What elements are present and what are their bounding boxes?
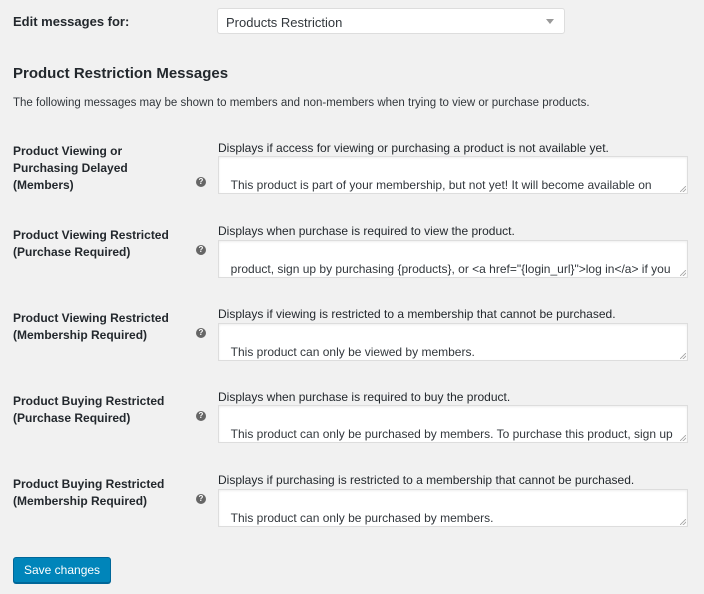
help-icon[interactable]: ? (196, 494, 206, 504)
help-icon[interactable]: ? (196, 328, 206, 338)
help-icon[interactable]: ? (196, 411, 206, 421)
edit-messages-for-label: Edit messages for: (13, 14, 130, 29)
row-label-viewing-membership-required: Product Viewing Restricted (Membership R… (13, 311, 169, 342)
textarea-value: This product can only be purchased by me… (230, 511, 494, 525)
row-description: Displays when purchase is required to vi… (218, 224, 515, 238)
row-description: Displays if purchasing is restricted to … (218, 473, 635, 487)
textarea-value: This product can only be viewed by membe… (230, 345, 475, 359)
help-icon[interactable]: ? (196, 177, 206, 187)
resize-handle-icon[interactable] (680, 270, 686, 276)
row-description: Displays if access for viewing or purcha… (218, 141, 609, 155)
section-intro: The following messages may be shown to m… (13, 97, 590, 109)
save-changes-button[interactable]: Save changes (13, 557, 112, 583)
message-textarea-viewing-purchase-required[interactable]: product, sign up by purchasing {products… (218, 240, 688, 278)
textarea-value: This product can only be purchased by me… (230, 427, 673, 441)
selected-option: Products Restriction (226, 15, 343, 30)
message-textarea-buying-membership-required[interactable]: This product can only be purchased by me… (218, 489, 688, 527)
textarea-value: product, sign up by purchasing {products… (230, 262, 671, 276)
edit-messages-for-select[interactable]: Products Restriction (217, 8, 565, 34)
message-textarea-buying-purchase-required[interactable]: This product can only be purchased by me… (218, 405, 688, 443)
row-description: Displays when purchase is required to bu… (218, 390, 511, 404)
message-textarea-viewing-delayed[interactable]: This product is part of your membership,… (218, 156, 688, 194)
row-label-viewing-purchase-required: Product Viewing Restricted (Purchase Req… (13, 228, 169, 259)
message-textarea-viewing-membership-required[interactable]: This product can only be viewed by membe… (218, 323, 688, 361)
row-label-buying-membership-required: Product Buying Restricted (Membership Re… (13, 477, 165, 508)
section-title: Product Restriction Messages (13, 65, 229, 82)
row-label-buying-purchase-required: Product Buying Restricted (Purchase Requ… (13, 394, 165, 425)
resize-handle-icon[interactable] (680, 435, 686, 441)
resize-handle-icon[interactable] (680, 353, 686, 359)
row-description: Displays if viewing is restricted to a m… (218, 307, 616, 321)
resize-handle-icon[interactable] (680, 519, 686, 525)
chevron-down-icon (546, 19, 554, 24)
row-label-viewing-delayed: Product Viewing or Purchasing Delayed (M… (13, 144, 128, 192)
help-icon[interactable]: ? (196, 245, 206, 255)
textarea-value: This product is part of your membership,… (230, 178, 652, 192)
resize-handle-icon[interactable] (680, 186, 686, 192)
